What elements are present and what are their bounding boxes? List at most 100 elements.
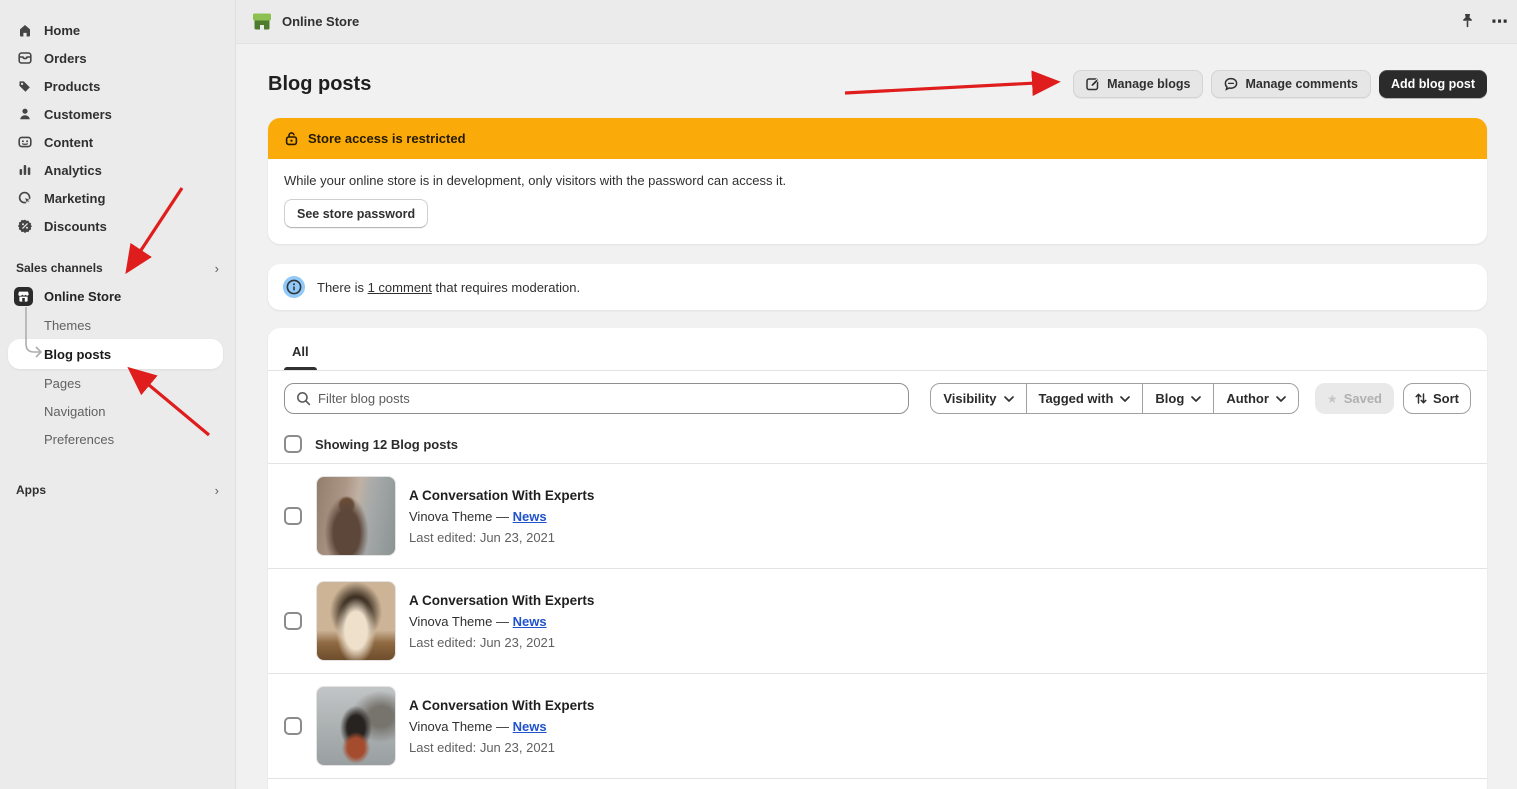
- blog-post-thumbnail: [316, 686, 396, 766]
- filter-search-box[interactable]: [284, 383, 909, 414]
- row-checkbox[interactable]: [284, 717, 302, 735]
- sidebar-item-label: Marketing: [44, 191, 105, 206]
- edit-blog-icon: [1086, 77, 1100, 91]
- sidebar-item-content[interactable]: Content: [0, 128, 235, 156]
- sidebar-item-pages[interactable]: Pages: [0, 369, 235, 397]
- sidebar: Home Orders Products Customers Content: [0, 0, 236, 789]
- content-icon: [16, 134, 33, 151]
- page-title: Blog posts: [268, 73, 371, 96]
- sidebar-item-customers[interactable]: Customers: [0, 100, 235, 128]
- filter-row: Visibility Tagged with Blog Author ★: [268, 371, 1487, 426]
- topbar: Online Store ⋯: [236, 0, 1517, 44]
- search-icon: [296, 391, 311, 406]
- section-label: Sales channels: [16, 261, 103, 275]
- blog-link[interactable]: News: [513, 719, 547, 734]
- discounts-icon: [16, 218, 33, 235]
- sidebar-item-preferences[interactable]: Preferences: [0, 425, 235, 453]
- sidebar-item-discounts[interactable]: Discounts: [0, 212, 235, 240]
- storefront-icon: [14, 287, 33, 306]
- row-checkbox[interactable]: [284, 612, 302, 630]
- sidebar-item-blog-posts[interactable]: Blog posts: [8, 339, 223, 369]
- tab-all[interactable]: All: [284, 334, 317, 370]
- sidebar-item-home[interactable]: Home: [0, 16, 235, 44]
- manage-comments-button[interactable]: Manage comments: [1211, 70, 1371, 98]
- main-content: Blog posts Manage blogs Manage comments …: [236, 44, 1517, 789]
- customers-icon: [16, 106, 33, 123]
- pin-icon[interactable]: [1460, 13, 1475, 30]
- sidebar-item-label: Themes: [44, 318, 91, 333]
- chevron-down-icon: [1004, 396, 1014, 402]
- blog-post-row[interactable]: A Conversation With Experts Vinova Theme…: [268, 674, 1487, 779]
- author-filter-dropdown[interactable]: Author: [1213, 384, 1298, 413]
- blog-post-thumbnail: [316, 476, 396, 556]
- analytics-icon: [16, 162, 33, 179]
- sidebar-item-online-store[interactable]: Online Store: [0, 282, 235, 311]
- store-access-banner: Store access is restricted While your on…: [268, 118, 1487, 244]
- chevron-right-icon: ›: [215, 483, 219, 498]
- blog-post-info: A Conversation With Experts Vinova Theme…: [409, 696, 594, 757]
- sidebar-item-label: Pages: [44, 376, 81, 391]
- sort-button[interactable]: Sort: [1403, 383, 1471, 414]
- sidebar-item-orders[interactable]: Orders: [0, 44, 235, 72]
- sidebar-item-label: Blog posts: [44, 347, 111, 362]
- sidebar-item-label: Orders: [44, 51, 87, 66]
- add-blog-post-button[interactable]: Add blog post: [1379, 70, 1487, 98]
- sidebar-item-products[interactable]: Products: [0, 72, 235, 100]
- sidebar-item-label: Customers: [44, 107, 112, 122]
- sidebar-nav: Home Orders Products Customers Content: [0, 0, 235, 240]
- blog-link[interactable]: News: [513, 509, 547, 524]
- sidebar-section-apps[interactable]: Apps ›: [0, 476, 235, 504]
- visibility-filter-dropdown[interactable]: Visibility: [931, 384, 1025, 413]
- topbar-store-name: Online Store: [282, 14, 359, 29]
- sidebar-item-label: Navigation: [44, 404, 105, 419]
- blog-post-subtitle: Vinova Theme — News: [409, 612, 594, 631]
- sort-arrows-icon: [1415, 392, 1427, 405]
- sidebar-item-marketing[interactable]: Marketing: [0, 184, 235, 212]
- chevron-right-icon: ›: [215, 261, 219, 276]
- store-access-banner-header: Store access is restricted: [268, 118, 1487, 159]
- info-icon: [283, 276, 305, 298]
- orders-icon: [16, 50, 33, 67]
- blog-post-last-edited: Last edited: Jun 23, 2021: [409, 528, 594, 547]
- select-all-checkbox[interactable]: [284, 435, 302, 453]
- blog-post-title[interactable]: A Conversation With Experts: [409, 591, 594, 610]
- marketing-icon: [16, 190, 33, 207]
- blog-post-subtitle: Vinova Theme — News: [409, 717, 594, 736]
- filter-blog-posts-input[interactable]: [318, 391, 897, 406]
- manage-blogs-button[interactable]: Manage blogs: [1073, 70, 1203, 98]
- chevron-down-icon: [1276, 396, 1286, 402]
- store-access-banner-title: Store access is restricted: [308, 131, 466, 146]
- sidebar-item-themes[interactable]: Themes: [0, 311, 235, 339]
- blog-link[interactable]: News: [513, 614, 547, 629]
- blog-post-title[interactable]: A Conversation With Experts: [409, 486, 594, 505]
- blog-post-row[interactable]: A Conversation With Experts Vinova Theme…: [268, 569, 1487, 674]
- sidebar-item-navigation[interactable]: Navigation: [0, 397, 235, 425]
- store-access-banner-body: While your online store is in developmen…: [268, 159, 1487, 244]
- sidebar-item-analytics[interactable]: Analytics: [0, 156, 235, 184]
- moderation-notice-text: There is 1 comment that requires moderat…: [317, 280, 580, 295]
- see-store-password-button[interactable]: See store password: [284, 199, 428, 228]
- select-all-row: Showing 12 Blog posts: [268, 426, 1487, 464]
- chevron-down-icon: [1191, 396, 1201, 402]
- more-options-icon[interactable]: ⋯: [1491, 12, 1509, 32]
- filter-dropdown-group: Visibility Tagged with Blog Author: [930, 383, 1299, 414]
- blog-filter-dropdown[interactable]: Blog: [1142, 384, 1213, 413]
- blog-posts-list-card: All Visibility Tagged with Blog: [268, 328, 1487, 789]
- tabs-row: All: [268, 328, 1487, 371]
- store-access-banner-message: While your online store is in developmen…: [284, 173, 1471, 188]
- store-logo-icon: [252, 12, 272, 31]
- row-checkbox[interactable]: [284, 507, 302, 525]
- blog-post-last-edited: Last edited: Jun 23, 2021: [409, 633, 594, 652]
- sidebar-item-label: Analytics: [44, 163, 102, 178]
- moderation-notice-banner: There is 1 comment that requires moderat…: [268, 264, 1487, 310]
- products-icon: [16, 78, 33, 95]
- list-summary: Showing 12 Blog posts: [315, 437, 458, 452]
- topbar-actions: ⋯: [1460, 12, 1509, 32]
- home-icon: [16, 22, 33, 39]
- blog-post-title[interactable]: A Conversation With Experts: [409, 696, 594, 715]
- sidebar-section-sales-channels[interactable]: Sales channels ›: [0, 254, 235, 282]
- tagged-with-filter-dropdown[interactable]: Tagged with: [1026, 384, 1143, 413]
- moderation-comment-link[interactable]: 1 comment: [368, 280, 432, 295]
- blog-post-row[interactable]: A Conversation With Experts Vinova Theme…: [268, 464, 1487, 569]
- lock-icon: [284, 131, 299, 146]
